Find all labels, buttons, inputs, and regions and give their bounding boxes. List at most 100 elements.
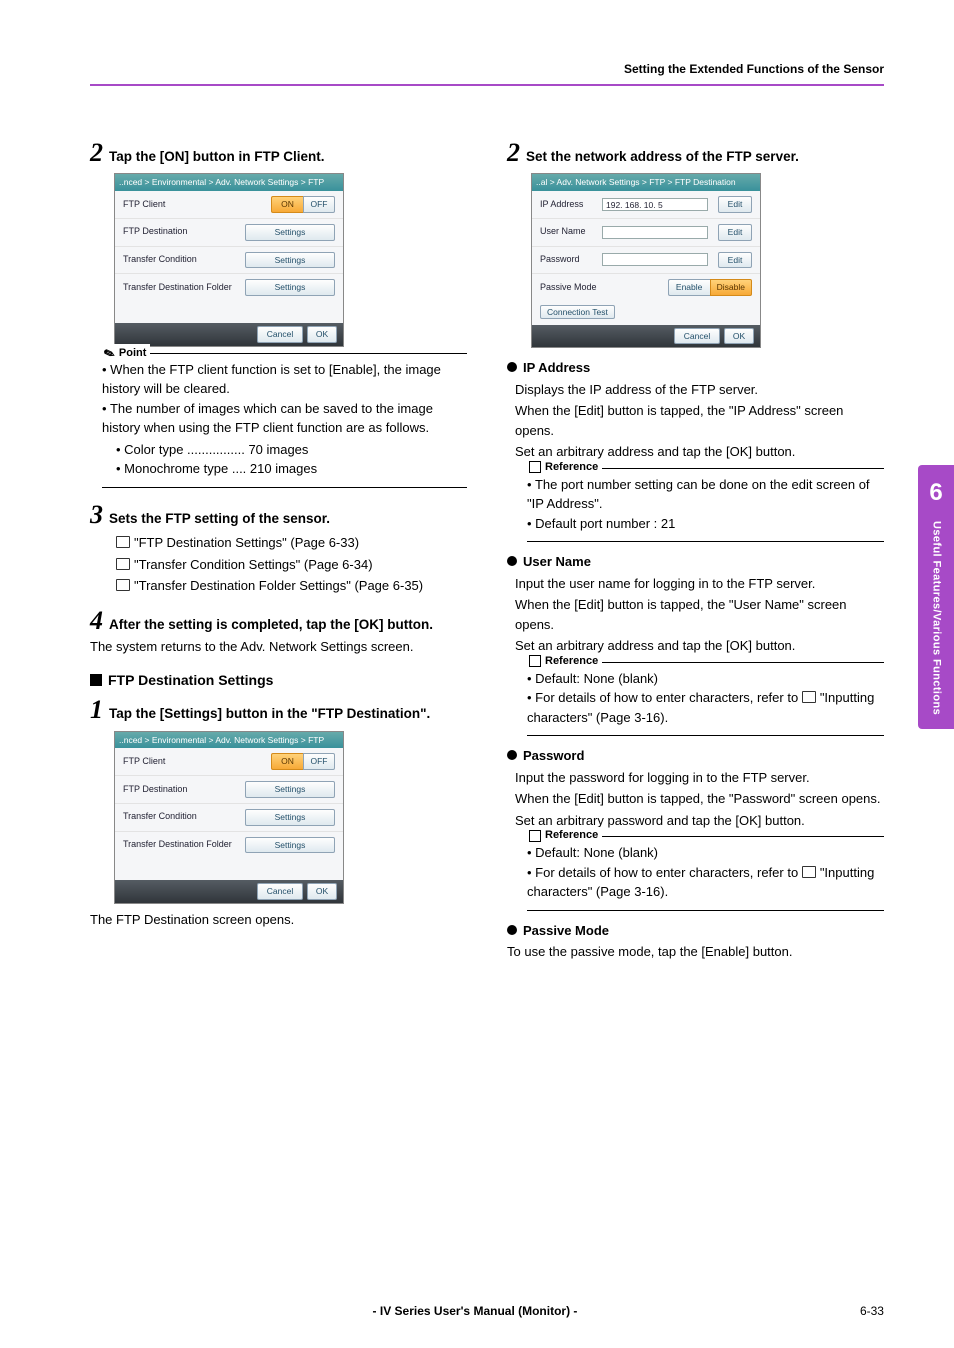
cancel-button[interactable]: Cancel: [257, 326, 303, 343]
step-title: Sets the FTP setting of the sensor.: [109, 509, 330, 529]
settings-button[interactable]: Settings: [245, 279, 335, 296]
cancel-button[interactable]: Cancel: [674, 328, 720, 345]
row-transfer-cond: Transfer Condition Settings: [115, 246, 343, 274]
point-text: Point: [119, 345, 147, 362]
ok-button[interactable]: OK: [307, 883, 337, 900]
subhead-ip: IP Address: [507, 358, 884, 378]
row-ftp-client: FTP Client ON OFF: [115, 191, 343, 218]
user-p2: When the [Edit] button is tapped, the "U…: [515, 595, 884, 634]
settings-button[interactable]: Settings: [245, 809, 335, 826]
ref-link: "FTP Destination Settings" (Page 6-33): [116, 533, 467, 553]
row-transfer-folder: Transfer Destination Folder Settings: [115, 831, 343, 859]
label-transfer-cond: Transfer Condition: [123, 253, 197, 267]
reference-icon: [529, 655, 541, 667]
row-transfer-cond: Transfer Condition Settings: [115, 803, 343, 831]
point-callout: ✎ Point When the FTP client function is …: [102, 353, 467, 488]
point-list: When the FTP client function is set to […: [102, 360, 467, 438]
off-button[interactable]: OFF: [303, 196, 335, 213]
toggle-passive: Enable Disable: [668, 279, 752, 296]
point-item: The number of images which can be saved …: [102, 399, 467, 438]
book-icon: [802, 690, 820, 705]
settings-button[interactable]: Settings: [245, 252, 335, 269]
label-ftp-client: FTP Client: [123, 198, 165, 212]
step-number: 1: [90, 697, 103, 723]
label-ftp-dest: FTP Destination: [123, 225, 187, 239]
label-transfer-cond: Transfer Condition: [123, 810, 197, 824]
disable-button[interactable]: Disable: [710, 279, 752, 296]
pass-value: [602, 253, 708, 266]
row-ftp-dest: FTP Destination Settings: [115, 218, 343, 246]
ip-value: 192. 168. 10. 5: [602, 198, 708, 211]
content-columns: 2 Tap the [ON] button in FTP Client. ..n…: [90, 136, 884, 964]
label-pass: Password: [540, 253, 592, 267]
row-conntest: Connection Test: [532, 301, 760, 325]
password-p1: Input the password for logging in to the…: [515, 768, 884, 788]
panel-footer: Cancel OK: [532, 325, 760, 348]
page-header: Setting the Extended Functions of the Se…: [90, 60, 884, 86]
ftp-settings-panel: ..nced > Environmental > Adv. Network Se…: [114, 173, 344, 347]
reference-item: Default: None (blank): [527, 843, 884, 863]
step-3-row: 3 Sets the FTP setting of the sensor.: [90, 502, 467, 529]
reference-list: Default: None (blank) For details of how…: [527, 843, 884, 902]
chapter-number: 6: [920, 475, 952, 511]
on-button[interactable]: ON: [271, 196, 303, 213]
reference-icon: [529, 461, 541, 473]
step-number: 4: [90, 608, 103, 634]
panel-footer: Cancel OK: [115, 880, 343, 903]
step-number: 2: [507, 140, 520, 166]
label-passive: Passive Mode: [540, 281, 597, 295]
chapter-label: Useful Features/Various Functions: [928, 521, 945, 715]
breadcrumb: ..nced > Environmental > Adv. Network Se…: [115, 174, 343, 191]
row-transfer-folder: Transfer Destination Folder Settings: [115, 273, 343, 301]
cancel-button[interactable]: Cancel: [257, 883, 303, 900]
reference-item: The port number setting can be done on t…: [527, 475, 884, 514]
label-ip: IP Address: [540, 198, 592, 212]
row-ip: IP Address 192. 168. 10. 5 Edit: [532, 191, 760, 218]
reference-callout: Reference The port number setting can be…: [527, 468, 884, 543]
point-label: ✎ Point: [102, 344, 150, 364]
reference-callout: Reference Default: None (blank) For deta…: [527, 836, 884, 911]
enable-button[interactable]: Enable: [668, 279, 710, 296]
toggle-ftp-client: ON OFF: [271, 753, 335, 770]
on-button[interactable]: ON: [271, 753, 303, 770]
ok-button[interactable]: OK: [724, 328, 754, 345]
page-footer: - IV Series User's Manual (Monitor) - 6-…: [90, 1302, 884, 1320]
point-subitem: Color type ................ 70 images: [116, 440, 467, 460]
label-transfer-folder: Transfer Destination Folder: [123, 838, 232, 852]
step-title: Tap the [ON] button in FTP Client.: [109, 147, 324, 167]
edit-button[interactable]: Edit: [718, 252, 752, 269]
row-ftp-client: FTP Client ON OFF: [115, 748, 343, 775]
step-4-row: 4 After the setting is completed, tap th…: [90, 608, 467, 635]
row-user: User Name Edit: [532, 218, 760, 246]
settings-button[interactable]: Settings: [245, 837, 335, 854]
connection-test-button[interactable]: Connection Test: [540, 305, 615, 319]
label-ftp-client: FTP Client: [123, 755, 165, 769]
reference-item: For details of how to enter characters, …: [527, 863, 884, 902]
row-ftp-dest: FTP Destination Settings: [115, 775, 343, 803]
off-button[interactable]: OFF: [303, 753, 335, 770]
password-p2: When the [Edit] button is tapped, the "P…: [515, 789, 884, 809]
user-p1: Input the user name for logging in to th…: [515, 574, 884, 594]
step-1-after: The FTP Destination screen opens.: [90, 910, 467, 930]
settings-button[interactable]: Settings: [245, 224, 335, 241]
reference-list: Default: None (blank) For details of how…: [527, 669, 884, 728]
step-title: Set the network address of the FTP serve…: [526, 147, 799, 167]
header-title: Setting the Extended Functions of the Se…: [624, 62, 884, 76]
user-value: [602, 226, 708, 239]
panel-footer: Cancel OK: [115, 323, 343, 346]
ftp-destination-panel: ..al > Adv. Network Settings > FTP > FTP…: [531, 173, 761, 348]
subhead-passive: Passive Mode: [507, 921, 884, 941]
edit-button[interactable]: Edit: [718, 196, 752, 213]
right-column: 2 Set the network address of the FTP ser…: [507, 136, 884, 964]
edit-button[interactable]: Edit: [718, 224, 752, 241]
toggle-ftp-client: ON OFF: [271, 196, 335, 213]
left-column: 2 Tap the [ON] button in FTP Client. ..n…: [90, 136, 467, 964]
step-number: 3: [90, 502, 103, 528]
subhead-password: Password: [507, 746, 884, 766]
settings-button[interactable]: Settings: [245, 781, 335, 798]
ok-button[interactable]: OK: [307, 326, 337, 343]
ftp-settings-panel-2: ..nced > Environmental > Adv. Network Se…: [114, 731, 344, 905]
point-sublist: Color type ................ 70 images Mo…: [116, 440, 467, 479]
book-icon: [802, 865, 820, 880]
step-title: After the setting is completed, tap the …: [109, 615, 433, 635]
